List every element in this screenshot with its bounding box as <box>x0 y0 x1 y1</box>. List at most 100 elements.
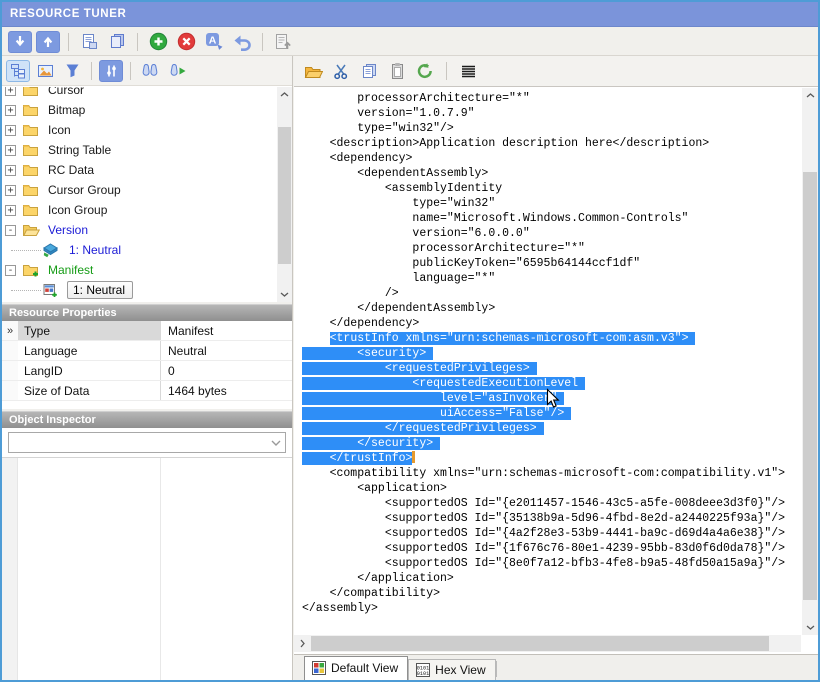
tree-item-icon-group[interactable]: +Icon Group <box>2 200 277 220</box>
scrollbar-thumb[interactable] <box>803 172 817 600</box>
export-resource-button[interactable] <box>271 31 295 53</box>
tab-hex-view[interactable]: 01010101 Hex View <box>408 659 495 680</box>
settings-button[interactable] <box>99 60 123 82</box>
code-line[interactable]: <supportedOS Id="{4a2f28e3-53b9-4441-ba9… <box>302 526 801 541</box>
tree-item-cursor-group[interactable]: +Cursor Group <box>2 180 277 200</box>
scroll-down-icon[interactable] <box>277 287 292 302</box>
code-line[interactable]: level="asInvoker" <box>302 391 801 406</box>
code-line[interactable]: version="1.0.7.9" <box>302 106 801 121</box>
tree-item-1-neutral[interactable]: 1: Neutral <box>2 240 277 260</box>
scrollbar-thumb[interactable] <box>311 636 769 651</box>
tree-item-cursor[interactable]: +Cursor <box>2 87 277 100</box>
scroll-up-icon[interactable] <box>277 87 292 102</box>
manifest-editor[interactable]: processorArchitecture="*" version="1.0.7… <box>294 88 801 635</box>
svg-text:0101: 0101 <box>417 671 429 677</box>
code-line[interactable]: <assemblyIdentity <box>302 181 801 196</box>
filter-button[interactable] <box>60 60 84 82</box>
code-line[interactable]: </application> <box>302 571 801 586</box>
code-line[interactable]: </compatibility> <box>302 586 801 601</box>
code-line[interactable]: </dependentAssembly> <box>302 301 801 316</box>
title-bar[interactable]: RESOURCE TUNER <box>2 2 818 27</box>
tree-view-button[interactable] <box>6 60 30 82</box>
expand-icon[interactable]: + <box>5 185 16 196</box>
code-line[interactable]: </security> <box>302 436 801 451</box>
code-line[interactable]: <requestedExecutionLevel <box>302 376 801 391</box>
code-line[interactable]: language="*" <box>302 271 801 286</box>
translate-button[interactable]: A <box>202 31 226 53</box>
code-line[interactable]: </trustInfo> <box>302 451 801 466</box>
tree-item-icon[interactable]: +Icon <box>2 120 277 140</box>
code-line[interactable]: <dependentAssembly> <box>302 166 801 181</box>
collapse-icon[interactable]: - <box>5 265 16 276</box>
open-button[interactable] <box>302 60 324 82</box>
code-line[interactable]: type="win32"/> <box>302 121 801 136</box>
paste-button[interactable] <box>386 60 408 82</box>
code-line[interactable]: <trustInfo xmlns="urn:schemas-microsoft-… <box>302 331 801 346</box>
code-line[interactable]: <compatibility xmlns="urn:schemas-micros… <box>302 466 801 481</box>
code-line[interactable]: publicKeyToken="6595b64144ccf1df" <box>302 256 801 271</box>
expand-icon[interactable]: + <box>5 165 16 176</box>
code-line[interactable]: version="6.0.0.0" <box>302 226 801 241</box>
move-up-button[interactable] <box>36 31 60 53</box>
editor-hscrollbar[interactable] <box>294 635 801 652</box>
copy-resource-button[interactable] <box>77 31 101 53</box>
code-line[interactable]: name="Microsoft.Windows.Common-Controls" <box>302 211 801 226</box>
code-line[interactable]: <supportedOS Id="{35138b9a-5d96-4fbd-8e2… <box>302 511 801 526</box>
property-row-size-of-data[interactable]: Size of Data1464 bytes <box>2 381 292 401</box>
code-line[interactable]: processorArchitecture="*" <box>302 241 801 256</box>
scroll-down-icon[interactable] <box>802 620 818 635</box>
code-line[interactable]: <supportedOS Id="{8e0f7a12-bfb3-4fe8-b9a… <box>302 556 801 571</box>
scrollbar-thumb[interactable] <box>278 127 291 264</box>
code-line[interactable]: </dependency> <box>302 316 801 331</box>
scroll-right-icon[interactable] <box>294 635 311 652</box>
code-line[interactable]: /> <box>302 286 801 301</box>
word-wrap-button[interactable] <box>457 60 479 82</box>
cut-button[interactable] <box>330 60 352 82</box>
expand-icon[interactable]: + <box>5 87 16 96</box>
find-button[interactable] <box>138 60 162 82</box>
code-line[interactable]: <description>Application description her… <box>302 136 801 151</box>
tab-default-view[interactable]: Default View <box>304 656 408 680</box>
duplicate-resource-button[interactable] <box>105 31 129 53</box>
tree-scrollbar[interactable] <box>277 87 292 302</box>
tree-item-rc-data[interactable]: +RC Data <box>2 160 277 180</box>
expand-icon[interactable]: + <box>5 125 16 136</box>
code-line[interactable]: </assembly> <box>302 601 801 616</box>
code-line[interactable]: <security> <box>302 346 801 361</box>
collapse-icon[interactable]: - <box>5 225 16 236</box>
tree-item-string-table[interactable]: +String Table <box>2 140 277 160</box>
code-line[interactable]: uiAccess="False"/> <box>302 406 801 421</box>
move-down-button[interactable] <box>8 31 32 53</box>
expand-icon[interactable]: + <box>5 205 16 216</box>
editor-vscrollbar[interactable] <box>802 88 818 635</box>
code-line[interactable]: </requestedPrivileges> <box>302 421 801 436</box>
tree-item-bitmap[interactable]: +Bitmap <box>2 100 277 120</box>
delete-resource-button[interactable] <box>174 31 198 53</box>
code-line[interactable]: <dependency> <box>302 151 801 166</box>
code-line[interactable]: <supportedOS Id="{1f676c76-80e1-4239-95b… <box>302 541 801 556</box>
find-next-button[interactable] <box>165 60 189 82</box>
tree-item-manifest[interactable]: - Manifest <box>2 260 277 280</box>
code-line[interactable]: <application> <box>302 481 801 496</box>
tree-item-1-neutral[interactable]: 1: Neutral <box>2 280 277 300</box>
code-line[interactable]: <requestedPrivileges> <box>302 361 801 376</box>
object-inspector-combobox[interactable] <box>8 432 286 453</box>
code-line[interactable]: processorArchitecture="*" <box>302 91 801 106</box>
image-preview-button[interactable] <box>33 60 57 82</box>
code-line[interactable]: <supportedOS Id="{e2011457-1546-43c5-a5f… <box>302 496 801 511</box>
property-row-type[interactable]: »TypeManifest <box>2 321 292 341</box>
expand-icon[interactable]: + <box>5 105 16 116</box>
chevron-down-icon[interactable] <box>267 440 285 446</box>
add-resource-button[interactable] <box>146 31 170 53</box>
property-row-language[interactable]: LanguageNeutral <box>2 341 292 361</box>
property-row-langid[interactable]: LangID0 <box>2 361 292 381</box>
code-line[interactable]: type="win32" <box>302 196 801 211</box>
scroll-up-icon[interactable] <box>802 88 818 103</box>
refresh-button[interactable] <box>414 60 436 82</box>
copy-button[interactable] <box>358 60 380 82</box>
resource-tree[interactable]: +Cursor+Bitmap+Icon+String Table+RC Data… <box>2 87 292 302</box>
tree-item-label: Manifest <box>45 262 96 278</box>
expand-icon[interactable]: + <box>5 145 16 156</box>
tree-item-version[interactable]: -Version <box>2 220 277 240</box>
undo-button[interactable] <box>230 31 254 53</box>
